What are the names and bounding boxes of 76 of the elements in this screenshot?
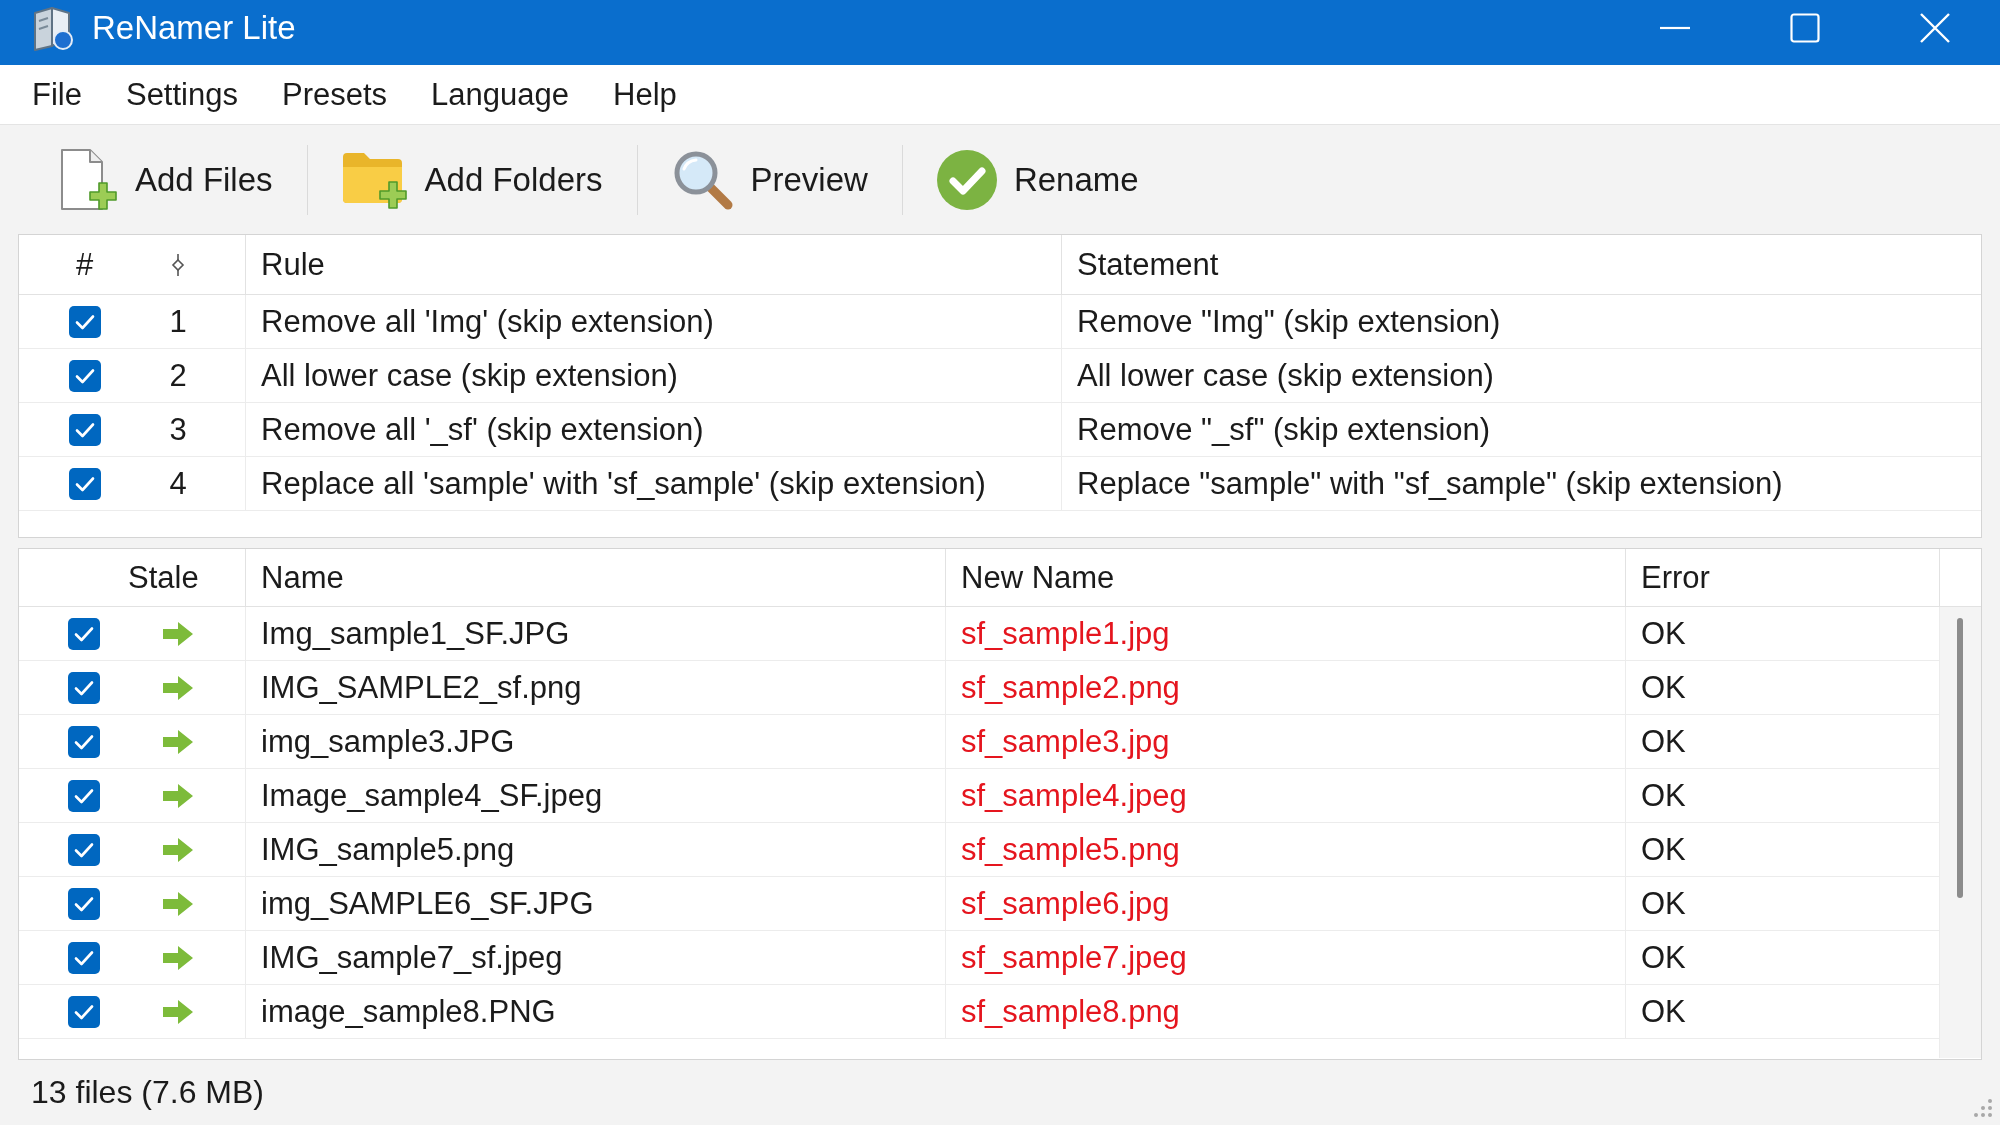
file-name: IMG_SAMPLE2_sf.png [261,669,582,706]
error-status: OK [1641,669,1686,706]
file-name: IMG_sample5.png [261,831,515,868]
statement-text: Remove "Img" (skip extension) [1077,303,1501,340]
new-file-name: sf_sample3.jpg [961,723,1170,760]
checkbox[interactable] [68,671,100,704]
rule-number: 1 [169,303,187,340]
column-header[interactable]: Rule [261,246,325,283]
rule-text: Remove all 'Img' (skip extension) [261,303,714,340]
preview-button[interactable]: Preview [671,148,868,211]
status-text: 13 files (7.6 MB) [31,1074,264,1111]
checkbox[interactable] [68,725,100,758]
file-name: image_sample8.PNG [261,993,556,1030]
statement-text: Remove "_sf" (skip extension) [1077,411,1491,448]
column-header[interactable]: Error [1641,559,1710,596]
checkbox[interactable] [68,779,100,812]
new-file-name: sf_sample1.jpg [961,615,1170,652]
scrollbar-thumb[interactable] [1956,618,1963,898]
diamond-icon[interactable] [171,253,185,276]
rule-number: 4 [169,465,187,502]
checkbox[interactable] [68,413,101,446]
new-file-name: sf_sample7.jpeg [961,939,1187,976]
rule-number: 3 [169,411,187,448]
menu-item[interactable]: File [10,76,104,113]
new-file-name: sf_sample2.png [961,669,1180,706]
error-status: OK [1641,777,1686,814]
error-status: OK [1641,939,1686,976]
resize-grip-icon[interactable] [1972,1097,1994,1119]
check-circle-icon [936,149,997,210]
checkbox[interactable] [68,359,101,392]
file-plus-icon [60,148,118,211]
file-name: Img_sample1_SF.JPG [261,615,570,652]
menu-item[interactable]: Language [409,76,591,113]
statement-text: All lower case (skip extension) [1077,357,1494,394]
menu-item[interactable]: Presets [259,76,410,113]
checkbox[interactable] [68,467,101,500]
new-file-name: sf_sample4.jpeg [961,777,1187,814]
new-file-name: sf_sample8.png [961,993,1180,1030]
checkbox[interactable] [68,833,100,866]
error-status: OK [1641,723,1686,760]
rule-number: 2 [169,357,187,394]
error-status: OK [1641,831,1686,868]
error-status: OK [1641,615,1686,652]
folder-plus-icon [341,150,408,209]
checkbox[interactable] [68,305,101,338]
scrollbar-track[interactable] [1939,607,1981,1058]
column-header[interactable]: New Name [961,559,1115,596]
checkbox[interactable] [68,617,100,650]
new-file-name: sf_sample6.jpg [961,885,1170,922]
maximize-icon[interactable] [1790,12,1820,43]
column-header[interactable]: Statement [1077,246,1219,283]
file-name: img_sample3.JPG [261,723,515,760]
column-header[interactable]: Name [261,559,344,596]
rule-text: All lower case (skip extension) [261,357,678,394]
rule-text: Remove all '_sf' (skip extension) [261,411,704,448]
checkbox[interactable] [68,995,100,1028]
file-name: Image_sample4_SF.jpeg [261,777,603,814]
statement-text: Replace "sample" with "sf_sample" (skip extension) [1077,465,1783,502]
file-name: IMG_sample7_sf.jpeg [261,939,563,976]
menu-item[interactable]: Help [591,76,699,113]
checkbox[interactable] [68,941,100,974]
rename-button[interactable]: Rename [936,149,1139,210]
window-title: ReNamer Lite [92,8,296,47]
rule-text: Replace all 'sample' with 'sf_sample' (skip extension) [261,465,986,502]
close-icon[interactable] [1920,12,1950,43]
column-header[interactable]: # [75,246,94,283]
add-files-button[interactable]: Add Files [60,148,273,211]
error-status: OK [1641,885,1686,922]
checkbox[interactable] [68,887,100,920]
column-header[interactable]: Stale [128,559,199,596]
add-folders-button[interactable]: Add Folders [341,150,603,209]
new-file-name: sf_sample5.png [961,831,1180,868]
file-name: img_SAMPLE6_SF.JPG [261,885,594,922]
error-status: OK [1641,993,1686,1030]
app-icon [32,4,74,51]
menu-item[interactable]: Settings [103,76,260,113]
